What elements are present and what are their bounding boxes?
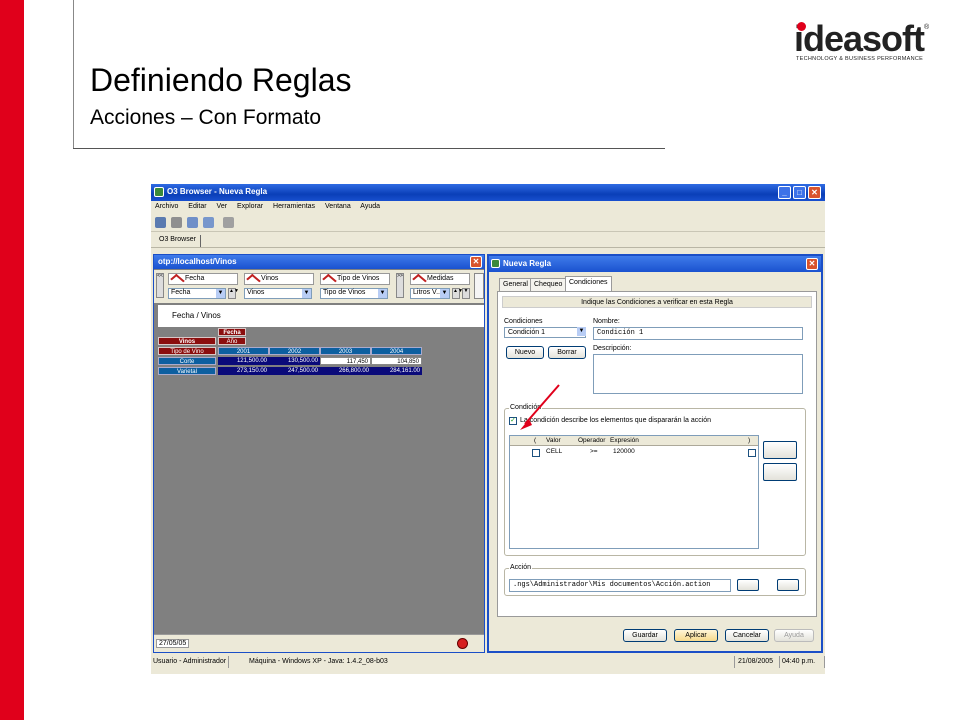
logo-tagline: TECHNOLOGY & BUSINESS PERFORMANCE xyxy=(796,56,924,62)
logo-registered-mark: ® xyxy=(924,24,930,31)
logo-wordmark: ideasoft xyxy=(794,18,925,59)
red-accent-bar xyxy=(0,0,24,720)
ideasoft-logo: ideasoft ® TECHNOLOGY & BUSINESS PERFORM… xyxy=(794,18,934,64)
title-underline xyxy=(73,148,665,149)
vertical-rule xyxy=(73,0,74,148)
slide-subtitle: Acciones – Con Formato xyxy=(90,106,322,129)
logo-dot xyxy=(797,22,806,31)
annotation-arrow xyxy=(520,384,560,430)
slide-title: Definiendo Reglas xyxy=(90,62,352,98)
app-screenshot: O3 Browser - Nueva Regla _ □ ✕ Archivo E… xyxy=(151,184,825,674)
